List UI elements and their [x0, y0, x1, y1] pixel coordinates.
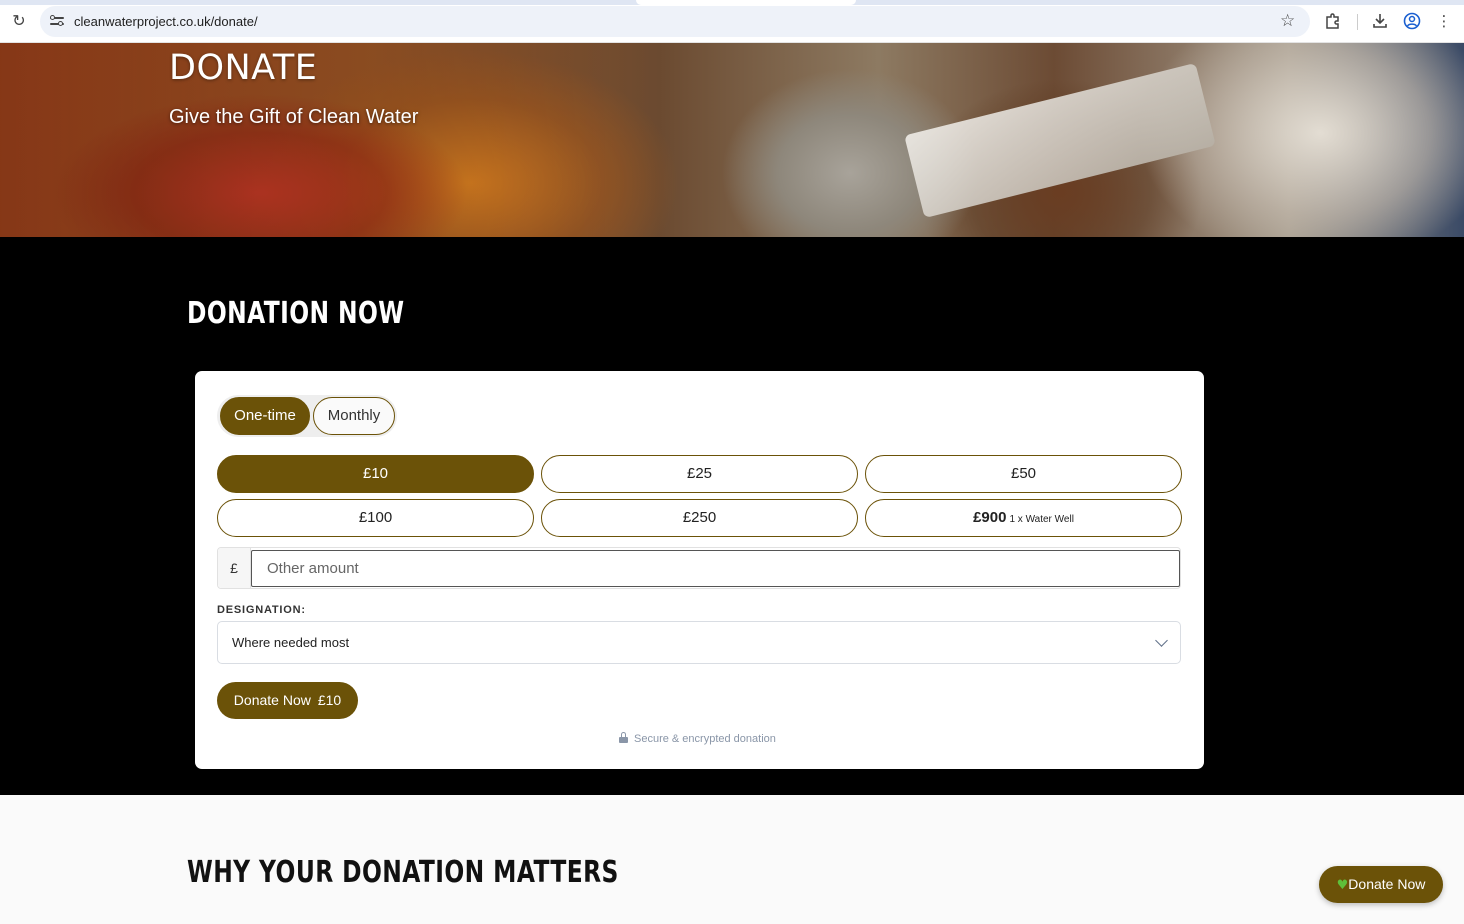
designation-value: Where needed most	[232, 635, 350, 650]
secure-note: Secure & encrypted donation	[619, 732, 776, 745]
donate-now-amount: £10	[317, 692, 342, 708]
url-text[interactable]: cleanwaterproject.co.uk/donate/	[74, 14, 258, 29]
browser-toolbar: ↻ cleanwaterproject.co.uk/donate/ ☆ ⋮	[0, 0, 1464, 43]
reload-icon[interactable]: ↻	[10, 12, 28, 30]
menu-icon[interactable]: ⋮	[1435, 12, 1453, 30]
bookmark-star-icon[interactable]: ☆	[1280, 11, 1295, 31]
amount-button-25[interactable]: £25	[541, 455, 858, 493]
address-bar[interactable]: cleanwaterproject.co.uk/donate/ ☆	[40, 6, 1310, 37]
green-heart-icon: ♥	[1336, 878, 1349, 893]
currency-prefix: £	[218, 548, 251, 588]
download-icon[interactable]	[1371, 12, 1389, 30]
donate-now-button[interactable]: Donate Now £10	[217, 682, 358, 719]
chevron-down-icon	[1155, 634, 1168, 647]
donate-now-label: Donate Now	[233, 692, 311, 708]
floating-donate-button[interactable]: ♥Donate Now	[1319, 866, 1443, 903]
amount-button-250[interactable]: £250	[541, 499, 858, 537]
tab-strip	[0, 0, 1464, 5]
extensions-icon[interactable]	[1324, 12, 1342, 30]
hero-image-detail	[904, 62, 1216, 219]
amount-button-900[interactable]: £900 1 x Water Well	[865, 499, 1182, 537]
secure-note-text: Secure & encrypted donation	[634, 733, 776, 745]
designation-select[interactable]: Where needed most	[217, 621, 1181, 664]
floating-donate-label: Donate Now	[1348, 876, 1426, 892]
why-section-title: WHY YOUR DONATION MATTERS	[187, 855, 619, 890]
amount-900-label: £900	[973, 509, 1007, 526]
designation-label: DESIGNATION:	[217, 604, 306, 616]
donation-section-title: DONATION NOW	[187, 296, 405, 331]
amount-button-50[interactable]: £50	[865, 455, 1182, 493]
other-amount-group: £	[217, 547, 1181, 589]
hero-subtitle: Give the Gift of Clean Water	[169, 106, 419, 128]
donation-form-card: One-time Monthly £10 £25 £50 £100 £250 £…	[195, 371, 1204, 769]
frequency-monthly-button[interactable]: Monthly	[313, 397, 395, 435]
hero-title: DONATE	[169, 48, 318, 88]
amount-button-10[interactable]: £10	[217, 455, 534, 493]
site-info-icon[interactable]	[50, 13, 64, 29]
amount-button-100[interactable]: £100	[217, 499, 534, 537]
other-amount-input[interactable]	[251, 550, 1180, 587]
profile-icon[interactable]	[1403, 12, 1421, 30]
frequency-one-time-button[interactable]: One-time	[220, 397, 310, 435]
frequency-toggle: One-time Monthly	[217, 395, 397, 437]
lock-icon	[619, 732, 628, 743]
amount-900-sublabel: 1 x Water Well	[1009, 514, 1074, 525]
